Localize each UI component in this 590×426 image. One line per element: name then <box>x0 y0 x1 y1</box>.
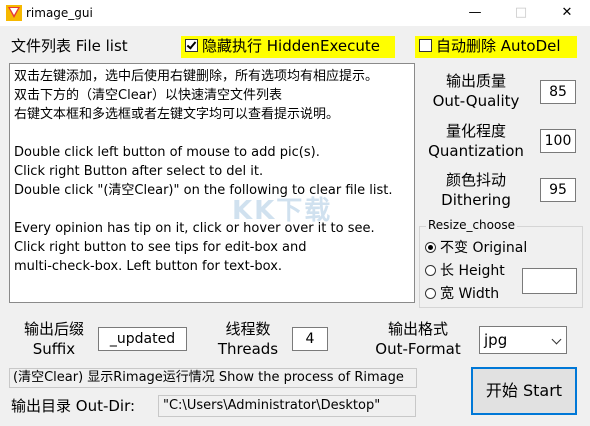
chevron-down-icon <box>551 334 562 345</box>
watermark-logo: KK下载 <box>232 196 333 226</box>
list-item: 双击左键添加，选中后使用右键删除，所有选项均有相应提示。 <box>14 69 379 84</box>
dithering-label-en[interactable]: Dithering <box>426 191 526 210</box>
quantization-label-en[interactable]: Quantization <box>420 142 532 161</box>
format-select[interactable]: jpg <box>479 326 567 354</box>
radio-selected-icon <box>425 242 436 253</box>
dithering-label-cn[interactable]: 颜色抖动 <box>426 171 526 190</box>
list-item: 右键文本框和多选框或者左键文字均可以查看提示说明。 <box>14 107 340 122</box>
maximize-button[interactable]: □ <box>498 0 544 26</box>
hidden-execute-label: 隐藏执行 HiddenExecute <box>202 37 380 55</box>
close-icon: ✕ <box>561 5 573 20</box>
threads-label-en[interactable]: Threads <box>208 340 288 359</box>
resize-original-label: 不变 Original <box>440 240 528 256</box>
list-item: 双击下方的（清空Clear）以快速清空文件列表 <box>14 88 282 103</box>
output-dir-label[interactable]: 输出目录 Out-Dir: <box>11 397 135 416</box>
radio-unselected-icon <box>425 288 436 299</box>
window-title: rimage_gui <box>26 6 93 20</box>
auto-delete-label: 自动删除 AutoDel <box>436 37 561 55</box>
checkbox-unchecked-icon <box>419 39 432 52</box>
maximize-icon: □ <box>514 5 528 20</box>
list-item <box>14 124 410 143</box>
quality-label-en[interactable]: Out-Quality <box>426 92 526 111</box>
resize-width-label: 宽 Width <box>440 286 500 302</box>
resize-original-radio[interactable]: 不变 Original <box>425 239 527 257</box>
checkbox-checked-icon <box>185 39 198 52</box>
list-item: Double click "(清空Clear)" on the followin… <box>14 183 393 198</box>
hidden-execute-checkbox[interactable]: 隐藏执行 HiddenExecute <box>181 36 395 58</box>
resize-legend: Resize_choose <box>426 218 517 232</box>
suffix-label-en[interactable]: Suffix <box>14 340 94 359</box>
dithering-input[interactable]: 95 <box>540 178 576 202</box>
quantization-label-cn[interactable]: 量化程度 <box>420 122 532 141</box>
app-icon <box>6 5 22 21</box>
list-item: Click right button to see tips for edit-… <box>14 240 307 255</box>
list-item <box>14 200 410 219</box>
resize-value-input[interactable] <box>522 268 577 294</box>
resize-width-radio[interactable]: 宽 Width <box>425 285 499 303</box>
file-list-label[interactable]: 文件列表 File list <box>11 37 128 56</box>
list-item: Click right Button after select to del i… <box>14 164 264 179</box>
threads-label-cn[interactable]: 线程数 <box>208 320 288 339</box>
minimize-icon: — <box>468 5 482 20</box>
file-list-box[interactable]: 双击左键添加，选中后使用右键删除，所有选项均有相应提示。 双击下方的（清空Cle… <box>9 63 415 303</box>
close-button[interactable]: ✕ <box>544 0 590 26</box>
quality-input[interactable]: 85 <box>540 80 576 104</box>
start-button[interactable]: 开始 Start <box>471 367 577 415</box>
resize-height-label: 长 Height <box>440 263 505 279</box>
quality-label-cn[interactable]: 输出质量 <box>426 72 526 91</box>
list-item: multi-check-box. Left button for text-bo… <box>14 259 283 274</box>
format-label-en[interactable]: Out-Format <box>366 340 470 359</box>
radio-unselected-icon <box>425 265 436 276</box>
auto-delete-checkbox[interactable]: 自动删除 AutoDel <box>415 36 577 58</box>
format-selected-value: jpg <box>484 331 508 349</box>
minimize-button[interactable]: — <box>452 0 498 26</box>
resize-height-radio[interactable]: 长 Height <box>425 262 505 280</box>
format-label-cn[interactable]: 输出格式 <box>366 320 470 339</box>
status-box[interactable]: (清空Clear) 显示Rimage运行情况 Show the process … <box>9 368 417 388</box>
threads-input[interactable]: 4 <box>292 327 328 351</box>
suffix-input[interactable]: _updated <box>98 327 187 351</box>
list-item: Double click left button of mouse to add… <box>14 145 320 160</box>
suffix-label-cn[interactable]: 输出后缀 <box>14 320 94 339</box>
quantization-input[interactable]: 100 <box>540 129 576 153</box>
list-item: Every opinion has tip on it, click or ho… <box>14 221 375 236</box>
output-dir-field[interactable]: "C:\Users\Administrator\Desktop" <box>158 395 416 417</box>
